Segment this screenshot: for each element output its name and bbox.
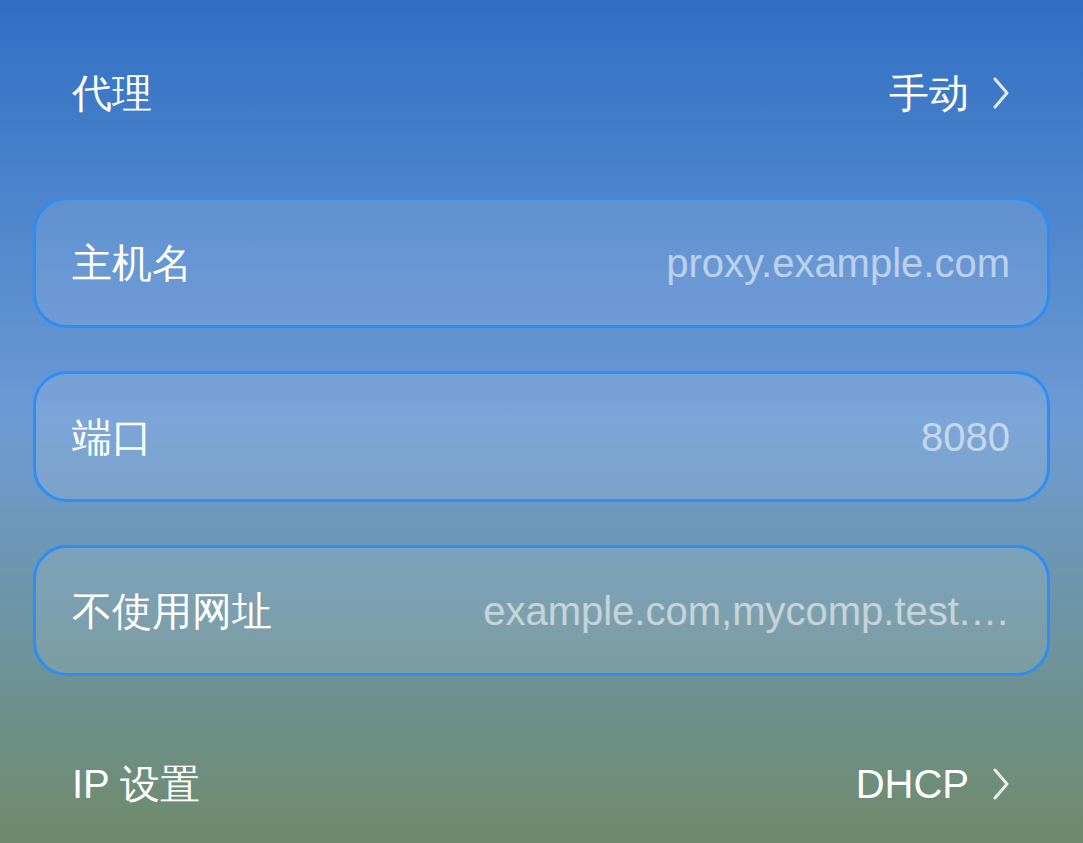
field-input[interactable]: [232, 239, 1010, 287]
proxy-fields: 主机名端口不使用网址: [0, 197, 1083, 676]
ip-settings-row-value-group: DHCP: [856, 760, 1011, 808]
field-label: 端口: [72, 413, 152, 461]
ip-settings-row[interactable]: IP 设置 DHCP: [0, 711, 1083, 843]
ip-settings-row-value: DHCP: [856, 760, 969, 808]
proxy-row-value: 手动: [889, 69, 969, 117]
field-input[interactable]: [192, 413, 1010, 461]
proxy-row-value-group: 手动: [889, 69, 1011, 117]
proxy-field[interactable]: 端口: [33, 371, 1050, 502]
ip-settings-row-label: IP 设置: [72, 760, 200, 808]
field-label: 主机名: [72, 239, 192, 287]
proxy-field[interactable]: 主机名: [33, 197, 1050, 328]
proxy-settings-screen: 代理 手动主机名端口不使用网址 IP 设置 DHCP: [0, 0, 1083, 843]
chevron-right-icon: [991, 767, 1011, 801]
proxy-row[interactable]: 代理 手动: [0, 0, 1083, 185]
field-label: 不使用网址: [72, 587, 272, 635]
proxy-field[interactable]: 不使用网址: [33, 545, 1050, 676]
chevron-right-icon: [991, 76, 1011, 110]
proxy-row-label: 代理: [72, 69, 152, 117]
field-input[interactable]: [312, 587, 1010, 635]
